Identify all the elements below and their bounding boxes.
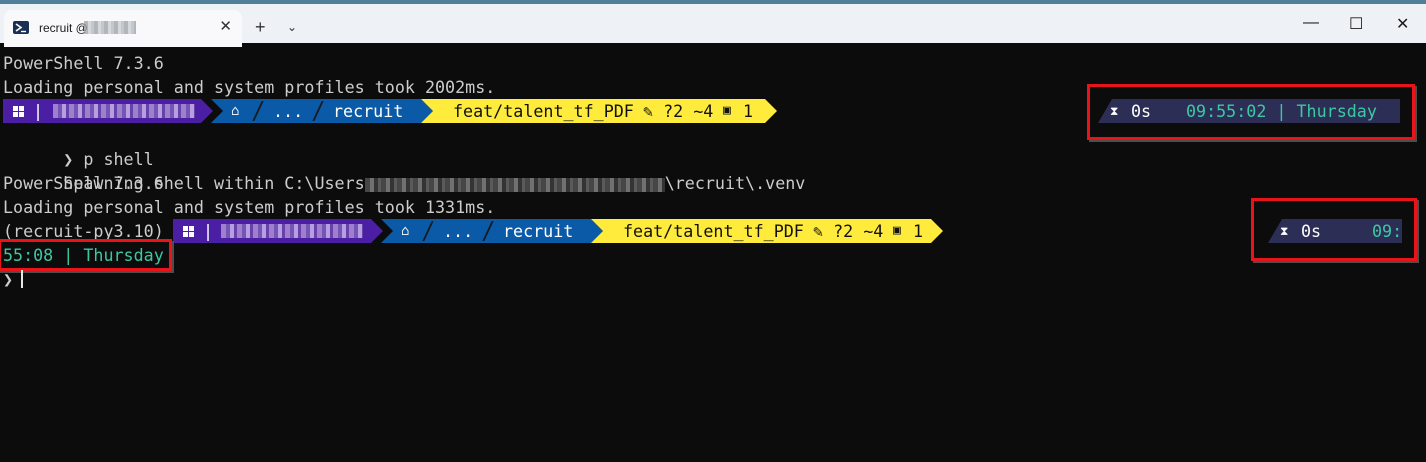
close-button[interactable]: ✕	[1396, 14, 1409, 34]
git-branch: feat/talent_tf_PDF	[453, 101, 634, 121]
path-dir: recruit	[503, 221, 574, 241]
output-line: PowerShell 7.3.6	[3, 173, 164, 193]
redacted-user	[221, 224, 363, 238]
redacted-host	[84, 21, 136, 34]
windows-icon	[183, 226, 194, 237]
powershell-icon	[13, 21, 29, 34]
stash-icon: ▣	[893, 223, 901, 238]
terminal-body[interactable]: PowerShell 7.3.6 Loading personal and sy…	[0, 43, 1426, 462]
git-status: ✎ ?2 ~4	[813, 221, 884, 241]
maximize-button[interactable]: ☐	[1349, 14, 1363, 34]
stash-count: 1	[913, 221, 924, 241]
prompt-left-2: | ⌂ ... recruit feat/talent_tf_PDF ✎ ?2 …	[173, 219, 943, 243]
output-line: Loading personal and system profiles too…	[3, 77, 496, 97]
tab-recruit[interactable]: recruit @ ✕	[4, 10, 242, 47]
new-tab-button[interactable]: +	[255, 17, 266, 38]
path-ellipsis: ...	[273, 101, 304, 121]
redacted-user	[53, 104, 195, 118]
git-branch: feat/talent_tf_PDF	[623, 221, 804, 241]
prompt-chevron: ❯	[3, 269, 14, 289]
stash-icon: ▣	[723, 103, 731, 118]
highlight-box	[1251, 198, 1417, 261]
git-status: ✎ ?2 ~4	[643, 101, 714, 121]
output-line: PowerShell 7.3.6	[3, 53, 164, 73]
highlight-box	[1087, 84, 1415, 140]
stash-count: 1	[743, 101, 754, 121]
tab-close-icon[interactable]: ✕	[219, 17, 232, 35]
home-icon: ⌂	[231, 103, 240, 119]
user-separator: |	[203, 221, 214, 241]
tab-title: recruit @	[39, 21, 88, 35]
command-line: ❯ p shell	[3, 123, 153, 169]
highlight-box	[0, 239, 172, 271]
output-line: Loading personal and system profiles too…	[3, 197, 496, 217]
tab-dropdown-icon[interactable]: ⌄	[287, 20, 297, 34]
path-ellipsis: ...	[443, 221, 474, 241]
terminal-window: recruit @ ✕ + ⌄ — ☐ ✕ PowerShell 7.3.6 L…	[0, 0, 1426, 462]
text-cursor	[21, 270, 23, 288]
minimize-button[interactable]: —	[1303, 14, 1319, 32]
output-line: Spawning shell within C:\Users \recruit\.…	[3, 147, 805, 193]
prompt-left-1: | ⌂ ... recruit feat/talent_tf_PDF ✎ ?2 …	[3, 99, 778, 123]
path-dir: recruit	[333, 101, 404, 121]
redacted-path	[364, 177, 665, 192]
windows-icon	[13, 106, 24, 117]
user-separator: |	[33, 101, 44, 121]
home-icon: ⌂	[401, 223, 410, 239]
spawn-suffix: \recruit\.venv	[664, 173, 806, 193]
title-bar: recruit @ ✕ + ⌄ — ☐ ✕	[0, 0, 1426, 47]
